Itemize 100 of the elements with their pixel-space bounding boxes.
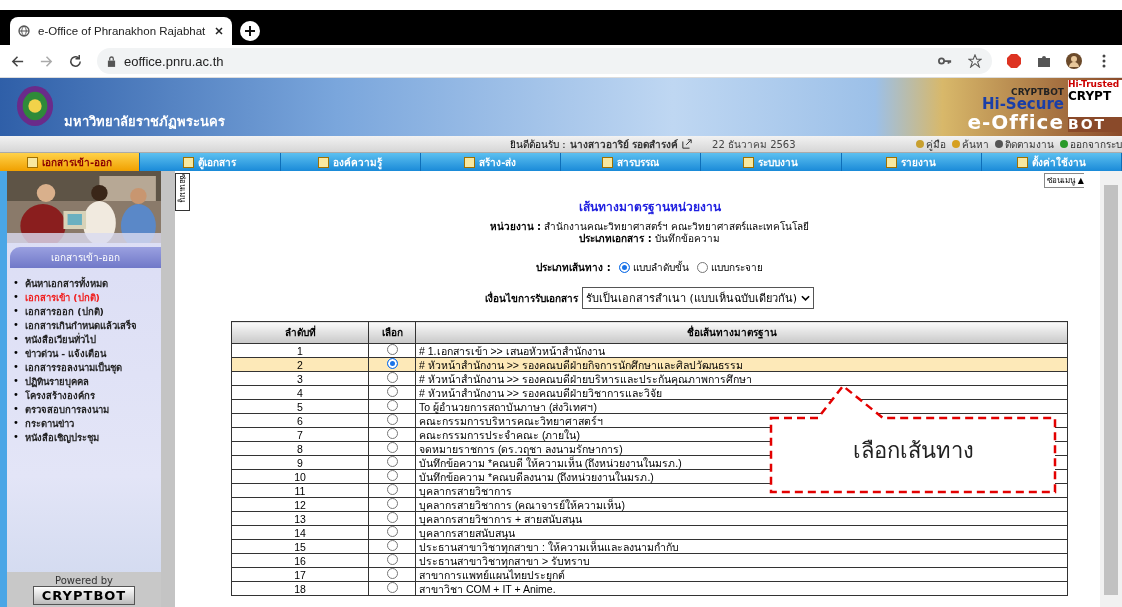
radio-button[interactable] bbox=[386, 456, 398, 467]
hide-menu-tab[interactable]: ซ่อนเมนู ▲ bbox=[1044, 173, 1086, 188]
condition-dropdown[interactable]: รับเป็นเอกสารสำเนา (แบบเห็นฉบับเดียวกัน) bbox=[581, 287, 815, 309]
table-cell: 14 bbox=[231, 525, 369, 540]
list-bullet: • bbox=[13, 276, 19, 290]
sidebar-link[interactable]: กระดานข่าว bbox=[24, 416, 74, 430]
header-link[interactable]: ติดตามงาน bbox=[995, 136, 1054, 152]
brand-logo: CRYPTBOT bbox=[32, 586, 136, 605]
sidebar-link[interactable]: ข่าวด่วน - แจ้งเตือน bbox=[24, 346, 107, 360]
list-bullet: • bbox=[13, 290, 19, 304]
table-cell: 8 bbox=[231, 441, 369, 456]
table-cell: ประธานสาขาวิชาทุกสาขา > รับทราบ bbox=[415, 553, 1068, 568]
university-name: มหาวิทยาลัยราชภัฏพระนคร bbox=[64, 113, 225, 131]
table-cell: 9 bbox=[231, 455, 369, 470]
list-bullet: • bbox=[13, 388, 19, 402]
scrollbar[interactable] bbox=[161, 171, 175, 607]
sidebar-link[interactable]: เอกสารรอลงนามเป็นชุด bbox=[24, 360, 122, 374]
list-bullet: • bbox=[13, 374, 19, 388]
sidebar-link[interactable]: เอกสารเกินกำหนดแล้วเสร็จ bbox=[24, 318, 137, 332]
radio-button[interactable] bbox=[386, 470, 398, 481]
list-bullet: • bbox=[13, 304, 19, 318]
list-bullet: • bbox=[13, 346, 19, 360]
radio-button[interactable] bbox=[386, 428, 398, 439]
radio-button[interactable] bbox=[386, 554, 398, 565]
list-bullet: • bbox=[13, 402, 19, 416]
header-link[interactable]: ออกจากระบ bbox=[1060, 136, 1122, 152]
radio-button[interactable] bbox=[386, 386, 398, 397]
field-value: บันทึกข้อความ bbox=[654, 233, 720, 244]
table-cell: ประธานสาขาวิชาทุกสาขา : ให้ความเห็นและลงนามกำกับ bbox=[415, 539, 1068, 554]
sidebar-link[interactable]: โครงสร้างองค์กร bbox=[24, 388, 95, 402]
sidebar-link[interactable]: หนังสือเวียนทั่วไป bbox=[24, 332, 96, 346]
table-cell: 13 bbox=[231, 511, 369, 526]
table-cell: 3 bbox=[231, 371, 369, 386]
powered-by-label: Powered by bbox=[55, 575, 113, 586]
radio-button[interactable] bbox=[386, 498, 398, 509]
reload-icon[interactable] bbox=[68, 53, 83, 69]
university-seal-icon bbox=[16, 84, 54, 128]
radio-button[interactable] bbox=[386, 372, 398, 383]
table-cell: 16 bbox=[231, 553, 369, 568]
radio-button[interactable] bbox=[386, 568, 398, 579]
sidebar-link[interactable]: เอกสารออก (ปกติ) bbox=[24, 304, 104, 318]
tab-title: e-Office of Phranakhon Rajabhat bbox=[38, 25, 206, 37]
page-title: เส้นทางมาตรฐานหน่วยงาน bbox=[578, 199, 721, 216]
radio-button[interactable] bbox=[386, 358, 398, 369]
star-icon[interactable] bbox=[968, 54, 982, 68]
radio-button[interactable] bbox=[386, 344, 398, 355]
table-cell: 10 bbox=[231, 469, 369, 484]
radio-button[interactable] bbox=[386, 526, 398, 537]
nav-tab[interactable]: เอกสารเข้า-ออก bbox=[0, 153, 141, 171]
column-header: ลำดับที่ bbox=[231, 321, 369, 344]
external-link-icon[interactable] bbox=[682, 139, 693, 149]
table-cell: 17 bbox=[231, 567, 369, 582]
table-cell: สาขาวิชา COM + IT + Anime. bbox=[415, 581, 1068, 596]
address-field[interactable]: eoffice.pnru.ac.th bbox=[97, 48, 992, 74]
table-cell: 12 bbox=[231, 497, 369, 512]
list-bullet: • bbox=[13, 430, 19, 444]
sidebar-link[interactable]: ปฏิทินรายบุคคล bbox=[24, 374, 89, 388]
table-cell: 7 bbox=[231, 427, 369, 442]
radio-button[interactable] bbox=[386, 442, 398, 453]
table-cell: 5 bbox=[231, 399, 369, 414]
new-tab-icon[interactable] bbox=[240, 21, 260, 41]
sidebar-link[interactable]: ค้นหาเอกสารทั้งหมด bbox=[24, 276, 108, 290]
list-bullet: • bbox=[13, 416, 19, 430]
radio-button[interactable] bbox=[386, 400, 398, 411]
field-label: ประเภทเอกสาร : bbox=[579, 233, 652, 244]
scrollbar[interactable] bbox=[1084, 171, 1122, 607]
header-link[interactable]: ค้นหา bbox=[952, 136, 989, 152]
sidebar-link[interactable]: ตรวจสอบการลงนาม bbox=[24, 402, 109, 416]
close-icon[interactable] bbox=[214, 26, 224, 36]
table-cell: # 1.เอกสารเข้า >> เสนอหัวหน้าสำนักงาน bbox=[415, 343, 1068, 358]
table-cell: 18 bbox=[231, 581, 369, 596]
sidebar-link[interactable]: หนังสือเชิญประชุม bbox=[24, 430, 99, 444]
table-cell: บุคลากรสายวิชาการ (คณาจารย์ให้ความเห็น) bbox=[415, 497, 1068, 512]
table-cell: 4 bbox=[231, 385, 369, 400]
hide-menu-tab[interactable]: ซ่อนเมนู bbox=[175, 173, 190, 211]
lock-icon bbox=[107, 55, 116, 67]
user-name: นางสาวอาริย์ รอดสำรงค์ bbox=[569, 137, 679, 152]
chevron-down-icon bbox=[801, 295, 811, 301]
table-cell: # หัวหน้าสำนักงาน >> รองคณบดีฝ่ายบริหารและประกันคุณภาพการศึกษา bbox=[415, 371, 1068, 386]
radio-button[interactable] bbox=[386, 484, 398, 495]
table-cell: 1 bbox=[231, 343, 369, 358]
radio-button[interactable] bbox=[386, 540, 398, 551]
brand-logo: Hi-Trusted CRYPT BOT bbox=[1068, 80, 1122, 132]
header-link[interactable]: คู่มือ bbox=[916, 136, 946, 152]
sidebar-header: เอกสารเข้า-ออก bbox=[10, 247, 161, 268]
stop-sign-icon[interactable] bbox=[1006, 53, 1022, 69]
field-label: หน่วยงาน : bbox=[489, 221, 542, 232]
welcome-label: ยินดีต้อนรับ : bbox=[510, 137, 566, 152]
radio-option[interactable]: แบบกระจาย bbox=[696, 260, 763, 275]
radio-button[interactable] bbox=[386, 582, 398, 593]
radio-option[interactable]: แบบลำดับขั้น bbox=[618, 260, 689, 275]
brand-logo: CRYPTBOT Hi-Secure e-Office bbox=[966, 88, 1064, 132]
list-bullet: • bbox=[13, 332, 19, 346]
column-header: ชื่อเส้นทางมาตรฐาน bbox=[415, 321, 1068, 344]
radio-button[interactable] bbox=[386, 414, 398, 425]
radio-button[interactable] bbox=[386, 512, 398, 523]
field-label: เงื่อนไขการรับเอกสาร bbox=[484, 290, 578, 306]
browser-tab[interactable]: e-Office of Phranakhon Rajabhat bbox=[10, 17, 232, 45]
avatar-icon[interactable] bbox=[1066, 53, 1082, 69]
list-bullet: • bbox=[13, 318, 19, 332]
